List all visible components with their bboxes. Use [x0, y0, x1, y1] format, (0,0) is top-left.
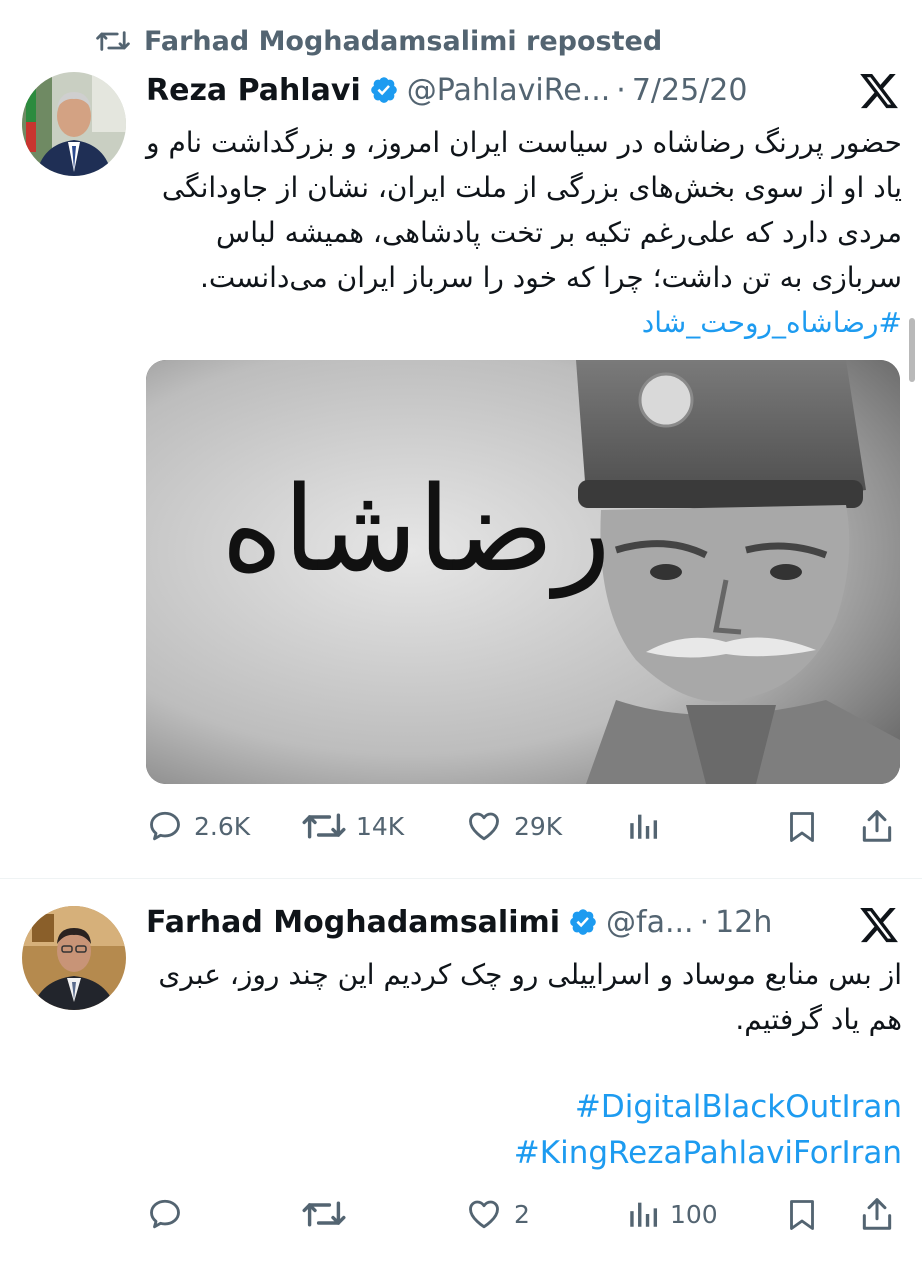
author-name[interactable]: Farhad Moghadamsalimi [146, 905, 560, 940]
views-button[interactable] [626, 808, 670, 844]
heart-icon [469, 1200, 499, 1229]
separator-dot: · [699, 904, 710, 940]
repost-button[interactable] [302, 1196, 356, 1232]
verified-badge-icon [370, 77, 397, 103]
repost-count: 14K [356, 811, 405, 841]
tweet2-author-row: Farhad Moghadamsalimi @fa... · 12h [146, 900, 772, 944]
separator-dot: · [616, 72, 626, 108]
tweet2-hashtags: #DigitalBlackOutIran #KingRezaPahlaviFor… [146, 1084, 902, 1176]
repost-header[interactable]: Farhad Moghadamsalimi reposted [96, 22, 662, 60]
tweet2-text: از بس منابع موساد و اسراییلی رو چک کردیم… [158, 958, 902, 1036]
bookmark-button[interactable] [784, 1196, 820, 1234]
author-name[interactable]: Reza Pahlavi [146, 73, 361, 108]
tweet-body: حضور پررنگ رضاشاه در سیاست ایران امروز، … [146, 126, 902, 294]
like-count: 29K [514, 811, 563, 841]
views-count: 100 [670, 1199, 718, 1229]
repost-label: Farhad Moghadamsalimi reposted [144, 25, 663, 57]
reply-icon [150, 811, 180, 841]
tweet1-author-row: Reza Pahlavi @PahlaviRe... · 7/25/20 [146, 68, 747, 112]
bookmark-icon [790, 1200, 814, 1230]
views-icon [630, 814, 658, 839]
hashtag-link[interactable]: #KingRezaPahlaviForIran [146, 1130, 902, 1176]
avatar-farhad-moghadamsalimi[interactable] [22, 906, 126, 1010]
like-button[interactable]: 2 [464, 1196, 530, 1232]
reply-icon [150, 1199, 180, 1229]
like-count: 2 [514, 1199, 530, 1229]
tweet1-media-image[interactable]: رضاشاه [146, 360, 900, 784]
tweet-timestamp[interactable]: 12h [715, 905, 772, 940]
hashtag-link[interactable]: #رضاشاه_روحت_شاد [642, 306, 902, 339]
author-handle[interactable]: @fa... [606, 905, 694, 940]
repost-button[interactable]: 14K [302, 808, 404, 844]
share-button[interactable] [858, 806, 896, 846]
repost-icon [96, 31, 130, 51]
bookmark-icon [790, 812, 814, 842]
views-button[interactable]: 100 [626, 1196, 718, 1232]
verified-badge-icon [570, 909, 596, 935]
tweet1-text: حضور پررنگ رضاشاه در سیاست ایران امروز، … [146, 120, 902, 345]
tweet-timestamp[interactable]: 7/25/20 [632, 73, 748, 108]
tweet-divider [0, 878, 922, 879]
hashtag-link[interactable]: #DigitalBlackOutIran [146, 1084, 902, 1130]
share-icon [862, 1198, 892, 1230]
reply-button[interactable] [146, 1196, 194, 1232]
repost-icon [302, 1201, 346, 1227]
reply-button[interactable]: 2.6K [146, 808, 250, 844]
like-button[interactable]: 29K [464, 808, 562, 844]
author-handle[interactable]: @PahlaviRe... [407, 73, 611, 108]
share-icon [862, 810, 892, 842]
heart-icon [469, 812, 499, 841]
views-icon [630, 1202, 658, 1227]
reply-count: 2.6K [194, 811, 251, 841]
repost-icon [302, 813, 346, 839]
bookmark-button[interactable] [784, 808, 820, 846]
x-logo-icon[interactable] [858, 70, 900, 112]
avatar-reza-pahlavi[interactable] [22, 72, 126, 176]
media-calligraphy: رضاشاه [221, 460, 611, 599]
x-logo-icon[interactable] [858, 904, 900, 946]
scrollbar-thumb[interactable] [909, 318, 915, 382]
share-button[interactable] [858, 1194, 896, 1234]
